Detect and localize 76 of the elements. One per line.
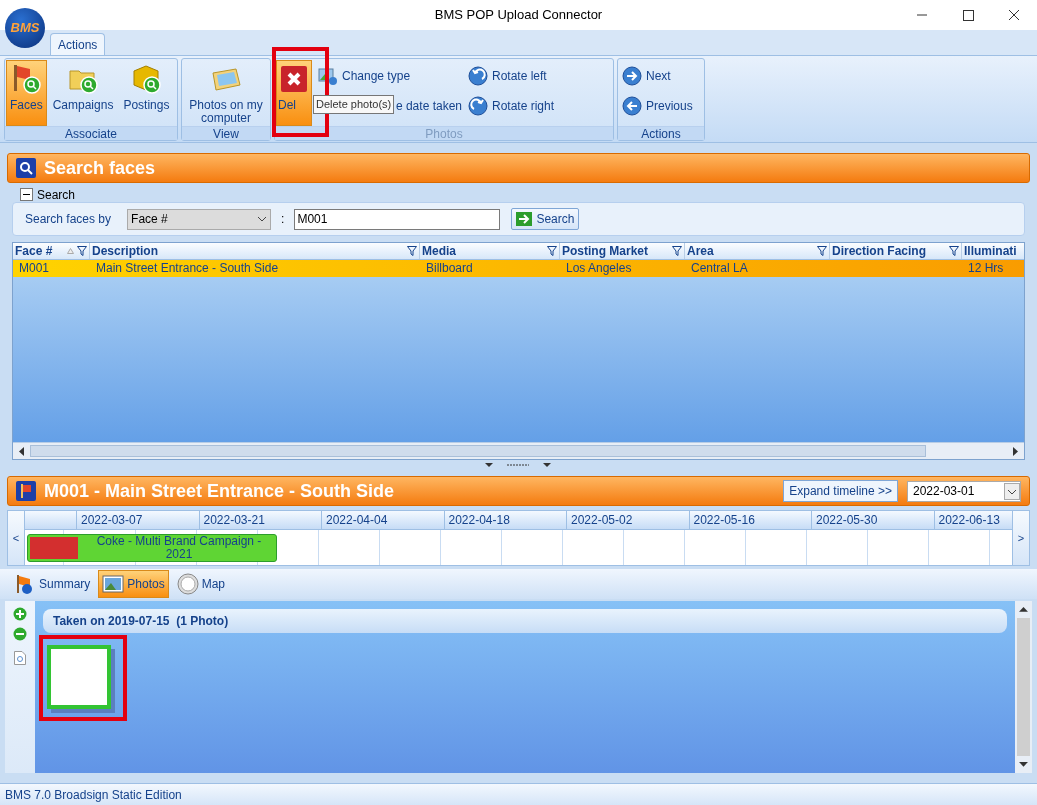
arrow-right-icon xyxy=(516,212,533,226)
separator-text: : xyxy=(281,211,285,228)
box-search-icon xyxy=(130,63,163,95)
filter-icon[interactable] xyxy=(547,246,557,256)
search-input[interactable]: M001 xyxy=(294,208,501,230)
document-info-icon[interactable] xyxy=(14,651,26,665)
add-icon[interactable] xyxy=(13,607,27,621)
flag-icon xyxy=(16,481,36,501)
delete-icon xyxy=(278,63,310,95)
rotate-left-icon xyxy=(468,66,488,86)
section-title: M001 - Main Street Entrance - South Side xyxy=(44,479,396,503)
timeline-date: 2022-03-07 xyxy=(76,511,199,529)
table-cell-text: Los Angeles xyxy=(565,260,633,277)
status-bar: BMS 7.0 Broadsign Static Edition xyxy=(0,783,1037,805)
rotate-right-icon xyxy=(468,96,488,116)
group-label: Search xyxy=(37,186,76,204)
expand-timeline-button[interactable]: Expand timeline >> xyxy=(783,480,898,502)
table-cell-text: 12 Hrs xyxy=(967,260,1005,277)
horizontal-scrollbar[interactable] xyxy=(13,442,1024,459)
timeline-date: 2022-03-21 xyxy=(198,511,321,529)
column-header[interactable]: Direction Facing xyxy=(830,243,962,259)
campaign-bar[interactable]: Coke - Multi Brand Campaign - 2021 xyxy=(27,534,277,562)
column-header[interactable]: Media xyxy=(420,243,560,259)
table-cell-text: Billboard xyxy=(425,260,474,277)
table-row[interactable]: M001 Main Street Entrance - South Side Billboard Los Angeles Central LA 12 Hrs xyxy=(13,260,1024,277)
timeline-prev-button[interactable]: < xyxy=(8,511,25,565)
column-header[interactable]: Posting Market xyxy=(560,243,685,259)
ribbon-small-button[interactable]: Previous xyxy=(622,94,693,118)
detail-tab[interactable]: Map xyxy=(172,570,230,598)
timeline-date: 2022-04-04 xyxy=(321,511,444,529)
filter-icon[interactable] xyxy=(817,246,827,256)
timeline-date: 2022-05-30 xyxy=(811,511,934,529)
ribbon-button[interactable]: Faces xyxy=(6,60,47,126)
field-label: Search faces by xyxy=(25,211,112,228)
search-by-select[interactable]: Face # xyxy=(127,208,272,230)
filter-icon[interactable] xyxy=(407,246,417,256)
detail-tab[interactable]: Summary xyxy=(10,570,95,598)
timeline-date: 2022-05-02 xyxy=(566,511,689,529)
delete-photo-tooltip: Delete photo(s) xyxy=(313,95,395,114)
timeline-date: 2022-04-18 xyxy=(443,511,566,529)
timeline-date: 2022-05-16 xyxy=(688,511,811,529)
ribbon-tab[interactable]: Actions xyxy=(50,33,106,55)
detail-tab[interactable]: Photos xyxy=(98,570,169,598)
column-header[interactable]: Face # xyxy=(13,243,90,259)
table-cell-text: Main Street Entrance - South Side xyxy=(95,260,280,277)
campaign-photo-placeholder xyxy=(30,537,78,559)
column-header[interactable]: Area xyxy=(685,243,830,259)
picture-icon xyxy=(102,573,125,595)
ribbon-button[interactable]: Postings xyxy=(119,60,174,126)
table-cell-text: M001 xyxy=(18,260,51,277)
column-header[interactable]: Description xyxy=(90,243,420,259)
filter-icon[interactable] xyxy=(77,246,87,256)
ribbon-group-label: Actions xyxy=(618,126,704,140)
ribbon-button[interactable]: Photos on my computer xyxy=(183,60,269,126)
table-cell-text: Central LA xyxy=(690,260,749,277)
ribbon-group-label: Photos xyxy=(275,126,613,140)
ribbon-group-label: Associate xyxy=(5,126,177,140)
remove-icon[interactable] xyxy=(13,627,27,641)
image-swap-icon xyxy=(318,66,338,86)
date-picker[interactable]: 2022-03-01 xyxy=(907,480,1021,502)
search-button[interactable]: Search xyxy=(511,208,580,230)
ribbon-small-button[interactable]: Next xyxy=(622,64,693,88)
ribbon-group-label: View xyxy=(182,126,270,140)
window-title: BMS POP Upload Connector xyxy=(434,6,603,25)
ribbon-button[interactable]: Campaigns xyxy=(48,60,118,126)
filter-icon[interactable] xyxy=(949,246,959,256)
timeline-next-button[interactable]: > xyxy=(1012,511,1029,565)
dropdown-caret-icon xyxy=(257,216,268,222)
filter-icon[interactable] xyxy=(672,246,682,256)
search-icon xyxy=(16,158,36,178)
section-title: Search faces xyxy=(44,156,156,180)
collapse-toggle[interactable] xyxy=(20,188,33,201)
dropdown-caret-icon xyxy=(1004,482,1020,500)
vertical-scrollbar[interactable] xyxy=(1015,601,1032,773)
column-header[interactable]: Illuminati xyxy=(962,243,1024,259)
photo-group-header[interactable]: Taken on 2019-07-15 (1 Photo) xyxy=(43,609,1007,633)
